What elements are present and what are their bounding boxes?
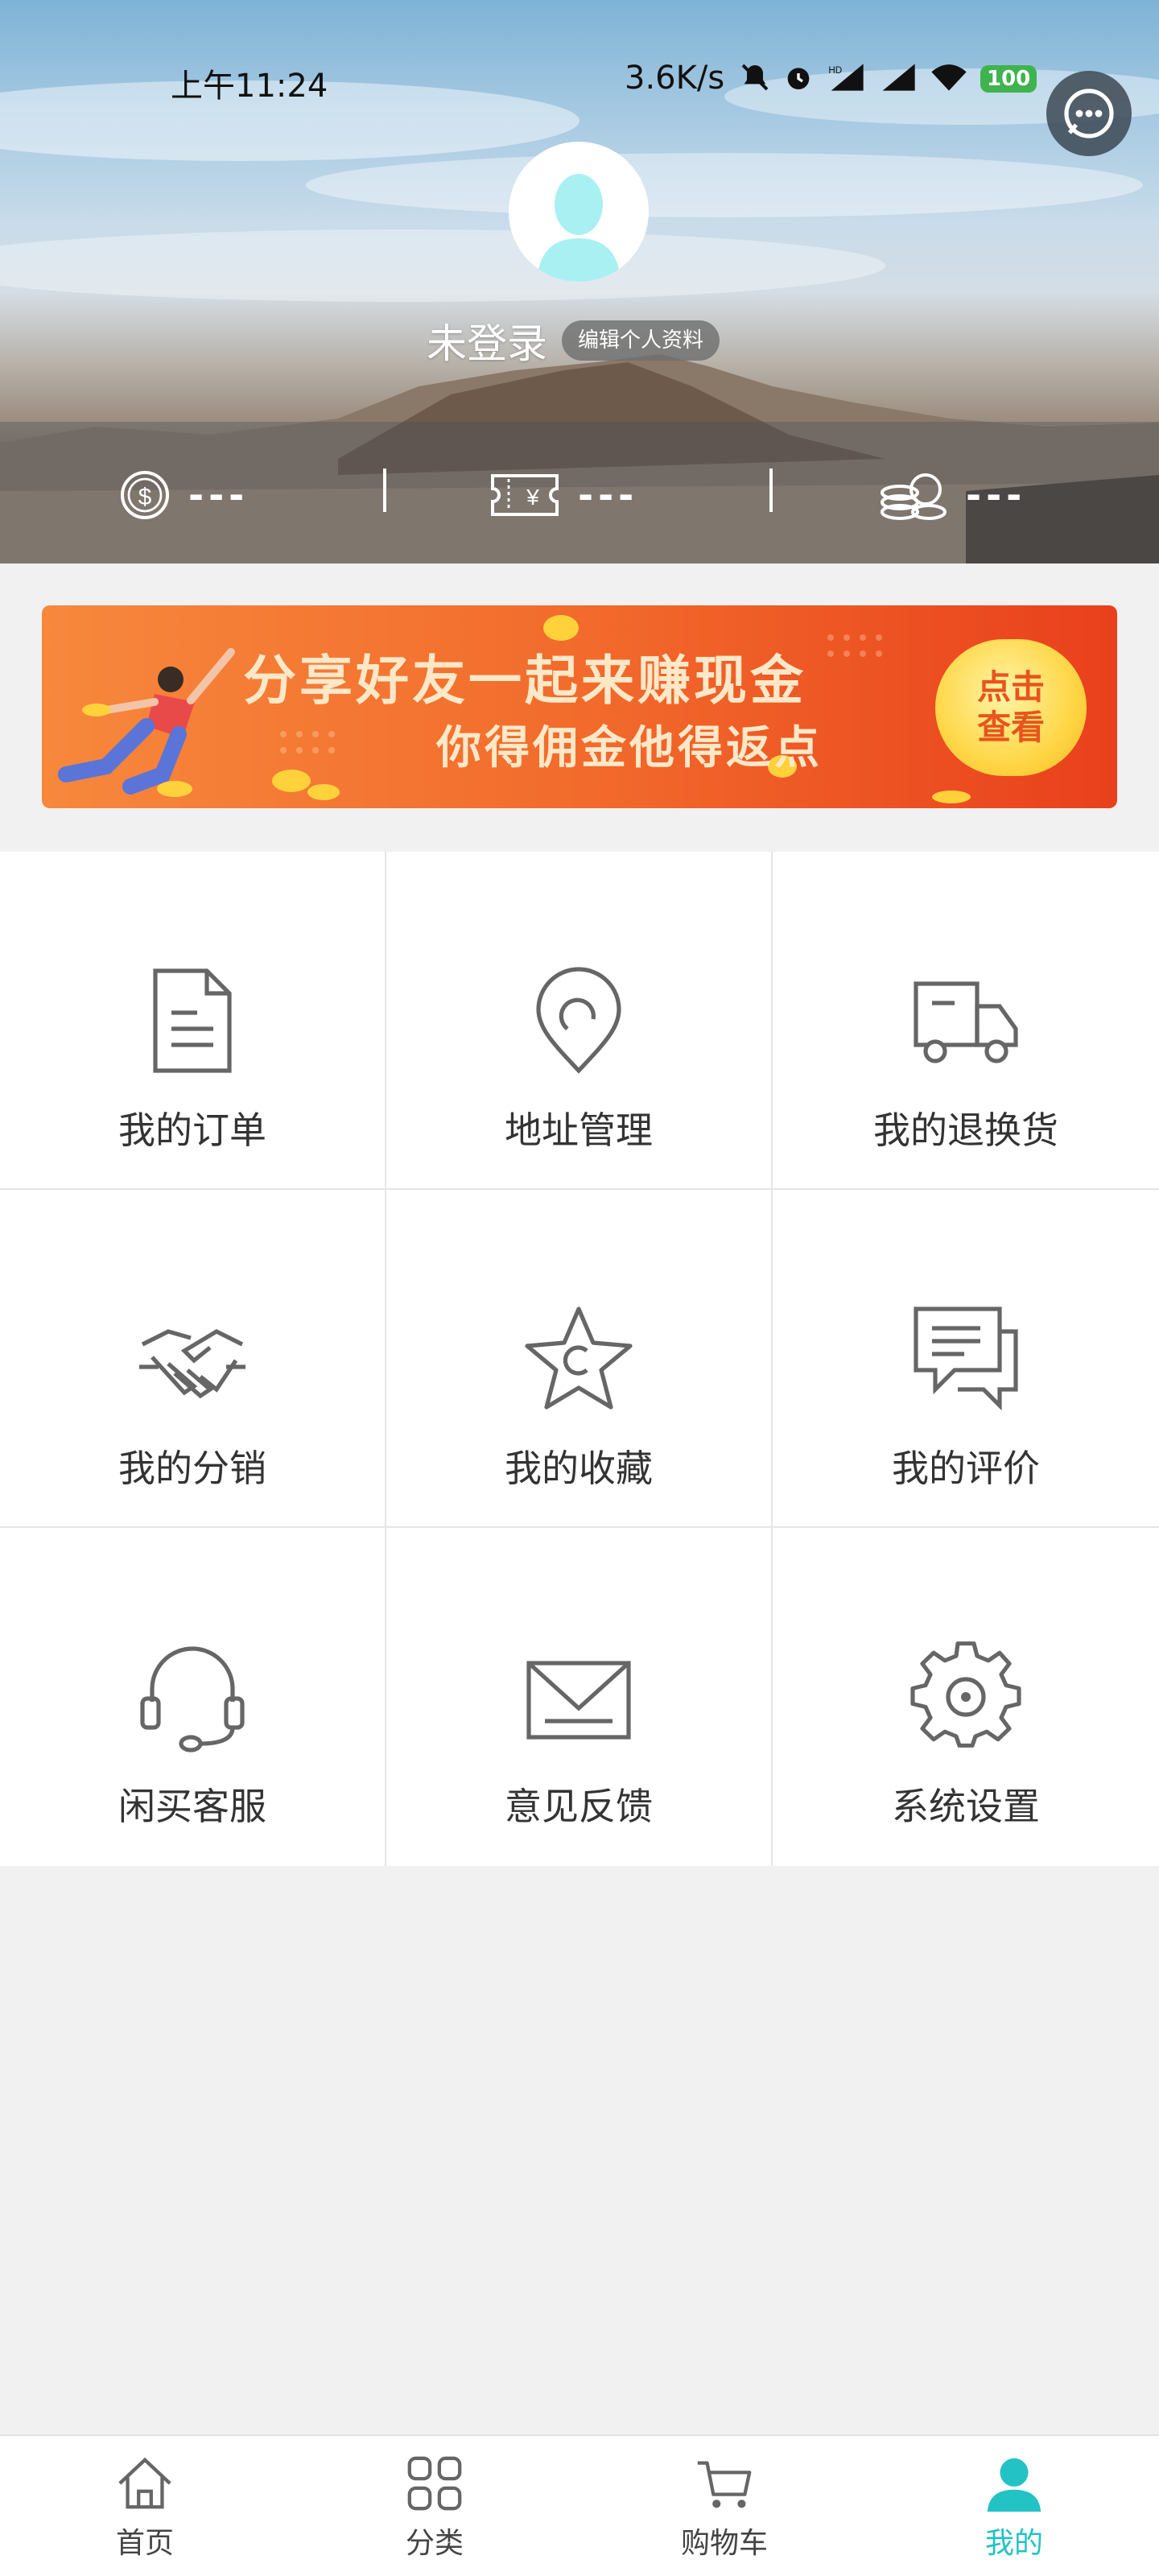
comment-icon: [914, 1307, 1018, 1411]
message-button[interactable]: [1046, 71, 1132, 156]
banner-headline: 分享好友一起来赚现金: [243, 650, 806, 712]
menu-item-reviews[interactable]: 我的评价: [773, 1190, 1159, 1528]
menu-item-label: 闲买客服: [118, 1785, 266, 1828]
menu-item-label: 我的退换货: [873, 1108, 1058, 1152]
menu-item-settings[interactable]: 系统设置: [773, 1528, 1159, 1866]
coins-stack-icon: [881, 473, 947, 520]
stat-balance-value: ---: [188, 473, 250, 517]
menu-item-orders[interactable]: 我的订单: [0, 852, 386, 1190]
stat-divider: [383, 469, 386, 512]
gear-icon: [910, 1641, 1021, 1748]
stat-balance[interactable]: $ ---: [119, 467, 249, 523]
avatar[interactable]: [509, 142, 649, 282]
delivery-truck-icon: [914, 981, 1018, 1063]
coupon-icon: ¥: [491, 474, 559, 516]
menu-item-label: 我的订单: [118, 1108, 266, 1152]
order-document-icon: [153, 968, 232, 1073]
menu-item-returns[interactable]: 我的退换货: [773, 852, 1159, 1190]
status-icons: HD 100: [739, 61, 1037, 97]
home-icon: [118, 2457, 171, 2509]
menu-item-favorites[interactable]: 我的收藏: [386, 1190, 773, 1528]
stat-points-value: ---: [966, 473, 1027, 517]
headset-icon: [140, 1646, 245, 1752]
network-speed: 3.6K/s: [625, 60, 725, 97]
battery-indicator: 100: [980, 65, 1037, 93]
svg-text:HD: HD: [828, 65, 842, 76]
banner-cta-line2: 查看: [976, 708, 1045, 747]
profile-header: 上午11:24 3.6K/s HD 100 未登录 编辑个人资料 $ --- ¥…: [0, 0, 1159, 564]
tab-label: 首页: [115, 2527, 174, 2560]
menu-grid: 我的订单 地址管理 我的退换货 我的分销 我的收藏 我的评价 闲买客服 意见反馈…: [0, 852, 1159, 1866]
menu-item-customer-service[interactable]: 闲买客服: [0, 1528, 386, 1866]
handshake-icon: [139, 1329, 245, 1399]
menu-item-label: 意见反馈: [505, 1785, 653, 1828]
login-status[interactable]: 未登录: [427, 312, 547, 369]
star-icon: [525, 1307, 633, 1410]
envelope-icon: [526, 1661, 631, 1740]
chat-bubble-icon: [1064, 89, 1114, 138]
stats-bar: $ --- ¥ --- ---: [0, 422, 1159, 564]
stat-divider: [769, 469, 773, 512]
status-time: 上午11:24: [171, 68, 328, 105]
user-silhouette-icon: [537, 174, 621, 282]
menu-item-label: 地址管理: [505, 1108, 653, 1152]
menu-item-feedback[interactable]: 意见反馈: [386, 1528, 773, 1866]
signal-icon: [877, 61, 918, 97]
tab-home[interactable]: 首页: [0, 2436, 290, 2576]
banner-view-button[interactable]: 点击 查看: [935, 639, 1087, 776]
dollar-coin-icon: $: [121, 471, 169, 519]
stat-coupons[interactable]: ¥ ---: [489, 467, 638, 523]
svg-text:$: $: [138, 484, 152, 510]
menu-item-address[interactable]: 地址管理: [386, 852, 773, 1190]
tab-category[interactable]: 分类: [290, 2436, 580, 2576]
menu-item-label: 系统设置: [892, 1785, 1040, 1828]
edit-profile-button[interactable]: 编辑个人资料: [562, 320, 720, 361]
status-bar: 上午11:24 3.6K/s HD 100: [0, 0, 1159, 161]
tab-cart[interactable]: 购物车: [580, 2436, 869, 2576]
menu-item-label: 我的分销: [118, 1447, 266, 1490]
cart-icon: [697, 2461, 752, 2508]
stat-points[interactable]: ---: [877, 467, 1026, 523]
stat-coupons-value: ---: [578, 473, 639, 517]
alarm-icon: [782, 61, 815, 97]
banner-cta-line1: 点击: [976, 667, 1045, 707]
jumping-person-illustration: [58, 648, 235, 795]
login-row[interactable]: 未登录 编辑个人资料: [427, 312, 720, 369]
menu-item-distribution[interactable]: 我的分销: [0, 1190, 386, 1528]
svg-text:¥: ¥: [526, 485, 539, 510]
banner-subheadline: 你得佣金他得返点: [436, 722, 823, 774]
mute-bell-icon: [739, 61, 771, 97]
tab-label: 我的: [984, 2527, 1043, 2560]
user-icon: [987, 2458, 1041, 2512]
grid-icon: [407, 2456, 462, 2511]
hd-signal-icon: HD: [826, 61, 866, 97]
referral-banner[interactable]: 分享好友一起来赚现金 你得佣金他得返点 点击 查看: [42, 605, 1117, 808]
location-pin-icon: [536, 967, 621, 1074]
tab-mine[interactable]: 我的: [869, 2436, 1159, 2576]
tab-label: 购物车: [680, 2527, 768, 2560]
menu-item-label: 我的收藏: [505, 1447, 653, 1490]
menu-item-label: 我的评价: [892, 1447, 1040, 1490]
wifi-icon: [929, 61, 969, 97]
tab-label: 分类: [405, 2527, 464, 2560]
bottom-tab-bar: 首页 分类 购物车 我的: [0, 2434, 1159, 2576]
